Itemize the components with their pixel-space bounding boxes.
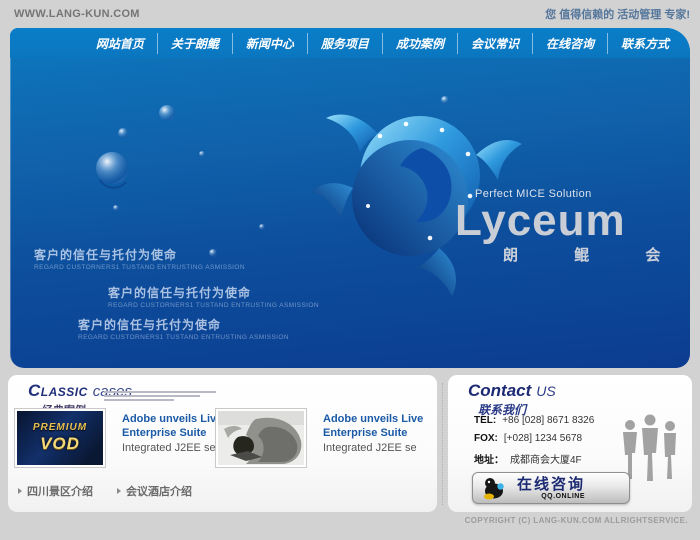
contact-heading: ContactUS 联系我们 — [468, 381, 556, 419]
news-desc: Integrated J2EE se — [323, 442, 433, 454]
slogan-en: REGARD CUSTORNERS1 TUSTAND ENTRUSTING AS… — [108, 302, 319, 309]
vod-premium-text: PREMIUM — [33, 422, 87, 433]
news-item[interactable]: Adobe unveils Live Enterprise Suite Inte… — [215, 408, 433, 468]
copyright-text: COPYRIGHT (C) LANG-KUN.COM ALLRIGHTSERVI… — [465, 516, 688, 525]
site-url: WWW.LANG-KUN.COM — [14, 8, 140, 20]
qq-button-label: 在线咨询 — [517, 477, 585, 492]
hero-banner: Perfect MICE Solution Lyceum 朗 鲲 会 务 客户的… — [10, 58, 690, 368]
contact-title-en: Contact — [468, 381, 531, 400]
contact-title-en2: US — [536, 383, 555, 399]
news-item[interactable]: PREMIUM VOD Adobe unveils Live Enterpris… — [14, 408, 232, 468]
brand-name-chinese: 朗 鲲 会 务 — [455, 244, 685, 265]
news-thumbnail-ink-painting[interactable] — [215, 408, 307, 468]
nav-item-services[interactable]: 服务项目 — [307, 33, 382, 54]
main-nav: 网站首页 关于朗鲲 新闻中心 服务项目 成功案例 会议常识 在线咨询 联系方式 — [10, 28, 690, 58]
fineprint-decor — [104, 391, 216, 403]
nav-item-about[interactable]: 关于朗鲲 — [157, 33, 232, 54]
panel-divider — [442, 383, 443, 505]
slogan-en: REGARD CUSTORNERS1 TUSTAND ENTRUSTING AS… — [78, 334, 289, 341]
arrow-icon — [117, 488, 121, 494]
link-sichuan-scenic[interactable]: 四川景区介绍 — [18, 483, 93, 499]
qq-button-sub: QQ.ONLINE — [517, 493, 585, 500]
contact-row-fox: FOX:[+028] 1234 5678 — [474, 433, 596, 444]
slogan-cn: 客户的信任与托付为使命 — [34, 246, 245, 263]
contact-row-tel: TEL:+86 [028] 8671 8326 — [474, 415, 596, 426]
qq-icon — [481, 475, 507, 501]
ink-painting-art — [218, 411, 304, 465]
classic-cases-title-en: Classic — [28, 381, 88, 400]
banner-slogan-2: 客户的信任与托付为使命 REGARD CUSTORNERS1 TUSTAND E… — [108, 284, 319, 309]
vod-text: VOD — [40, 434, 80, 454]
contact-panel: ContactUS 联系我们 TEL:+86 [028] 8671 8326 F… — [448, 375, 692, 512]
main-blue-block: 网站首页 关于朗鲲 新闻中心 服务项目 成功案例 会议常识 在线咨询 联系方式 — [10, 28, 690, 368]
page: WWW.LANG-KUN.COM 您 值得信赖的 活动管理 专家! 网站首页 关… — [0, 0, 700, 540]
slogan-cn: 客户的信任与托付为使命 — [78, 316, 289, 333]
bottom-links: 四川景区介绍 会议酒店介绍 — [18, 483, 216, 499]
banner-slogan-1: 客户的信任与托付为使命 REGARD CUSTORNERS1 TUSTAND E… — [34, 246, 245, 271]
slogan-cn: 客户的信任与托付为使命 — [108, 284, 319, 301]
news-title-link[interactable]: Adobe unveils Live Enterprise Suite — [323, 412, 433, 441]
nav-item-contact[interactable]: 联系方式 — [607, 33, 682, 54]
slogan-en: REGARD CUSTORNERS1 TUSTAND ENTRUSTING AS… — [34, 264, 245, 271]
topbar-slogan: 您 值得信赖的 活动管理 专家! — [545, 6, 690, 22]
nav-item-online[interactable]: 在线咨询 — [532, 33, 607, 54]
classic-cases-panel: Classiccases 经典案例 PREMIUM VOD Adobe unve… — [8, 375, 437, 512]
brand-name: Lyceum — [455, 200, 685, 242]
nav-item-knowledge[interactable]: 会议常识 — [457, 33, 532, 54]
banner-slogan-3: 客户的信任与托付为使命 REGARD CUSTORNERS1 TUSTAND E… — [78, 316, 289, 341]
qq-online-consult-button[interactable]: 在线咨询 QQ.ONLINE — [472, 472, 630, 504]
nav-item-cases[interactable]: 成功案例 — [382, 33, 457, 54]
arrow-icon — [18, 488, 22, 494]
contact-row-address: 地址：成都商会大厦4F — [474, 451, 596, 466]
logo-wordmark: Perfect MICE Solution Lyceum 朗 鲲 会 务 — [455, 188, 685, 265]
news-thumbnail-premium-vod[interactable]: PREMIUM VOD — [14, 408, 106, 468]
link-conference-hotels[interactable]: 会议酒店介绍 — [117, 483, 192, 499]
nav-item-home[interactable]: 网站首页 — [83, 33, 157, 54]
topbar: WWW.LANG-KUN.COM 您 值得信赖的 活动管理 专家! — [0, 0, 700, 28]
nav-item-news[interactable]: 新闻中心 — [232, 33, 307, 54]
